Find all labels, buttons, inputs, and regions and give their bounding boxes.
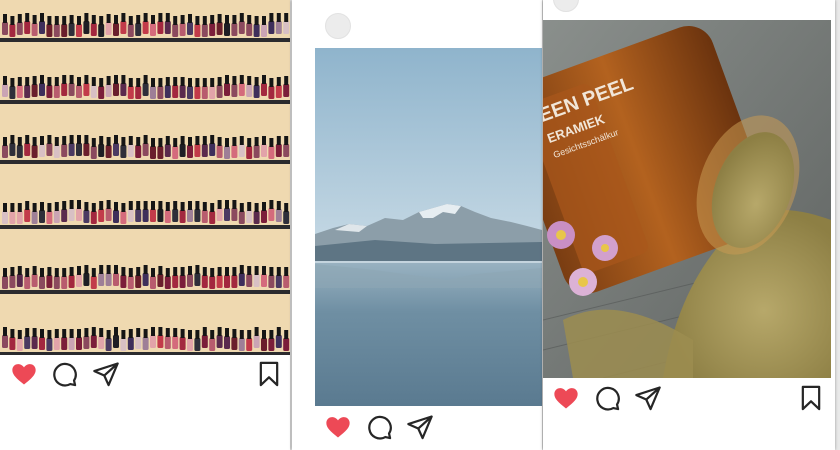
post-actions-1	[0, 360, 290, 394]
heart-icon[interactable]	[10, 360, 38, 388]
nail-polish-image	[0, 0, 290, 355]
post-photo-mountain-lake[interactable]	[315, 48, 542, 406]
share-icon[interactable]	[406, 413, 434, 441]
post-card-1	[0, 0, 290, 450]
post-photo-nail-polish[interactable]	[0, 0, 290, 355]
comment-icon[interactable]	[365, 413, 393, 441]
post-actions-3	[543, 384, 835, 418]
comment-icon[interactable]	[50, 360, 78, 388]
post-card-2	[292, 0, 542, 450]
post-photo-spilled-jar[interactable]: EEN PEEL ERAMIEK Gesichtsschälkur	[543, 20, 831, 378]
bookmark-icon[interactable]	[255, 360, 283, 388]
post-card-3: EEN PEEL ERAMIEK Gesichtsschälkur	[543, 0, 835, 450]
share-icon[interactable]	[92, 360, 120, 388]
spilled-jar-image: EEN PEEL ERAMIEK Gesichtsschälkur	[543, 20, 831, 378]
heart-icon[interactable]	[324, 413, 352, 441]
avatar[interactable]	[553, 0, 579, 12]
share-icon[interactable]	[634, 384, 662, 412]
avatar[interactable]	[325, 13, 351, 39]
mountain-lake-image	[315, 48, 542, 406]
bookmark-icon[interactable]	[797, 384, 825, 412]
post-actions-2	[292, 413, 542, 447]
heart-icon[interactable]	[552, 384, 580, 412]
comment-icon[interactable]	[593, 384, 621, 412]
